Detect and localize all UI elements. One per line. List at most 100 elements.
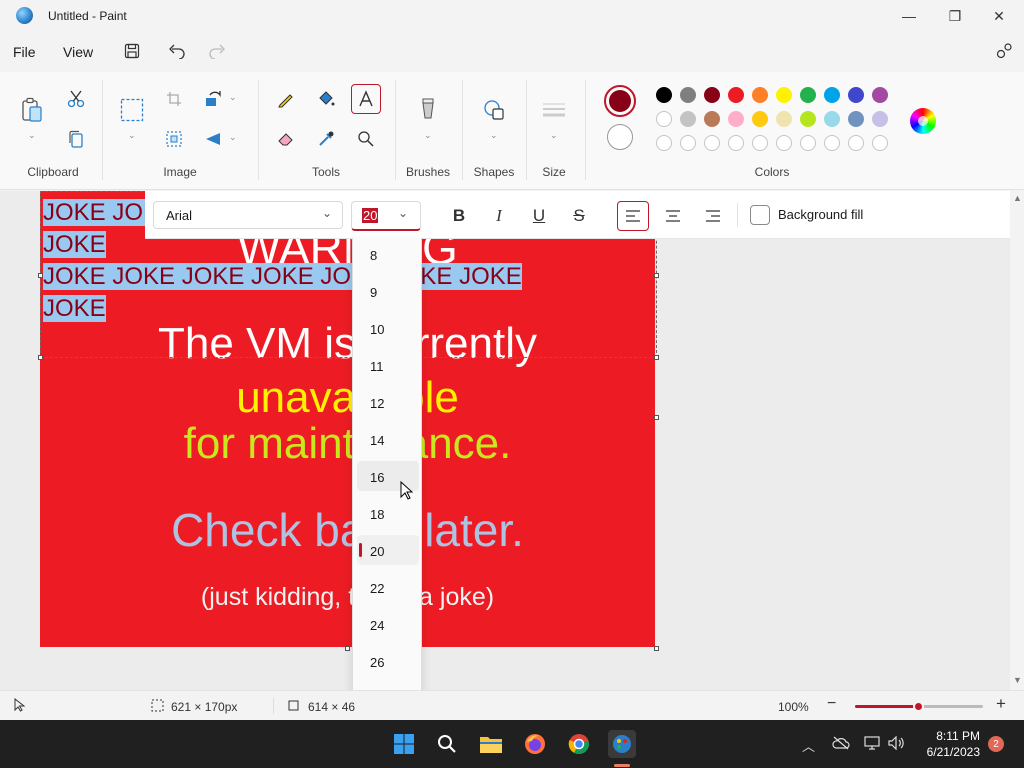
start-icon[interactable] (390, 730, 418, 758)
palette-swatch[interactable] (752, 87, 768, 103)
select-chevron-icon[interactable]: ⌄ (128, 130, 136, 141)
flip-chevron-icon[interactable]: ⌄ (229, 132, 237, 143)
zoom-in-button[interactable]: + (996, 694, 1006, 714)
size-icon[interactable] (540, 96, 568, 124)
cut-icon[interactable] (62, 85, 90, 113)
select-icon[interactable] (118, 96, 146, 124)
zoom-slider-thumb[interactable] (913, 701, 924, 712)
custom-color-slot[interactable] (872, 135, 888, 151)
palette-swatch[interactable] (848, 111, 864, 127)
network-icon[interactable] (864, 736, 880, 753)
rotate-chevron-icon[interactable]: ⌄ (229, 92, 237, 103)
custom-color-slot[interactable] (656, 135, 672, 151)
color-picker-icon[interactable] (312, 125, 340, 153)
custom-color-slot[interactable] (824, 135, 840, 151)
palette-swatch[interactable] (824, 87, 840, 103)
vertical-scrollbar[interactable]: ▲ ▼ (1010, 191, 1024, 690)
magnifier-icon[interactable] (352, 125, 380, 153)
zoom-slider[interactable] (855, 701, 983, 712)
size-chevron-icon[interactable]: ⌄ (550, 130, 558, 141)
palette-swatch[interactable] (800, 111, 816, 127)
palette-swatch[interactable] (656, 111, 672, 127)
font-size-option[interactable]: 26 (357, 646, 419, 676)
share-icon[interactable] (994, 41, 1014, 61)
maximize-button[interactable]: ❐ (932, 0, 978, 32)
canvas-resize-handle[interactable] (654, 646, 659, 651)
palette-swatch[interactable] (728, 111, 744, 127)
palette-swatch[interactable] (728, 87, 744, 103)
view-menu[interactable]: View (63, 44, 93, 60)
font-size-option[interactable]: 24 (357, 609, 419, 639)
brushes-icon[interactable] (414, 96, 442, 124)
font-size-option[interactable]: 20 (357, 535, 419, 565)
palette-swatch[interactable] (680, 111, 696, 127)
background-fill-checkbox[interactable] (750, 205, 770, 225)
custom-color-slot[interactable] (680, 135, 696, 151)
custom-color-slot[interactable] (728, 135, 744, 151)
palette-swatch[interactable] (872, 111, 888, 127)
rotate-icon[interactable] (199, 85, 227, 113)
palette-swatch[interactable] (800, 87, 816, 103)
palette-swatch[interactable] (752, 111, 768, 127)
taskbar-clock[interactable]: 8:11 PM 6/21/2023 (910, 728, 980, 760)
onedrive-icon[interactable] (832, 736, 850, 753)
volume-icon[interactable] (888, 735, 904, 753)
custom-color-slot[interactable] (704, 135, 720, 151)
canvas-area[interactable]: WARNING The VM is currently unavailable … (0, 191, 1010, 690)
custom-color-slot[interactable] (848, 135, 864, 151)
close-button[interactable]: ✕ (976, 0, 1022, 32)
palette-swatch[interactable] (776, 87, 792, 103)
minimize-button[interactable]: — (886, 0, 932, 32)
palette-swatch[interactable] (704, 111, 720, 127)
custom-color-slot[interactable] (800, 135, 816, 151)
paste-icon[interactable] (18, 96, 46, 124)
paste-chevron-icon[interactable]: ⌄ (28, 130, 36, 141)
fill-icon[interactable] (312, 85, 340, 113)
color1-selector[interactable] (604, 85, 636, 117)
palette-swatch[interactable] (656, 87, 672, 103)
brushes-chevron-icon[interactable]: ⌄ (424, 130, 432, 141)
font-size-select[interactable]: 20 ⌄ (351, 201, 421, 231)
pencil-icon[interactable] (272, 85, 300, 113)
file-explorer-icon[interactable] (477, 730, 505, 758)
palette-swatch[interactable] (680, 87, 696, 103)
selection-handle[interactable] (654, 273, 659, 278)
font-size-option[interactable]: 22 (357, 572, 419, 602)
edit-colors-icon[interactable] (910, 108, 936, 134)
save-icon[interactable] (122, 41, 142, 61)
copy-icon[interactable] (62, 125, 90, 153)
palette-swatch[interactable] (704, 87, 720, 103)
align-center-button[interactable] (657, 201, 689, 231)
font-size-option[interactable]: 11 (357, 350, 419, 380)
strikethrough-button[interactable]: S (563, 201, 595, 231)
canvas-resize-handle[interactable] (654, 415, 659, 420)
color2-selector[interactable] (607, 124, 633, 150)
palette-swatch[interactable] (824, 111, 840, 127)
font-family-select[interactable]: Arial ⌄ (153, 201, 343, 229)
palette-swatch[interactable] (872, 87, 888, 103)
font-size-option[interactable]: 14 (357, 424, 419, 454)
selection-handle[interactable] (38, 355, 43, 360)
zoom-out-button[interactable]: − (827, 695, 836, 713)
selection-handle[interactable] (654, 355, 659, 360)
chevron-up-icon[interactable]: ︿ (802, 736, 815, 755)
paint-taskbar-icon[interactable] (608, 730, 636, 758)
file-menu[interactable]: File (13, 44, 36, 60)
font-size-option[interactable]: 8 (357, 239, 419, 269)
palette-swatch[interactable] (776, 111, 792, 127)
custom-color-slot[interactable] (776, 135, 792, 151)
chrome-icon[interactable] (565, 730, 593, 758)
selection-handle[interactable] (38, 273, 43, 278)
shapes-chevron-icon[interactable]: ⌄ (490, 130, 498, 141)
scroll-up-icon[interactable]: ▲ (1013, 193, 1022, 203)
font-size-option[interactable]: 12 (357, 387, 419, 417)
align-right-button[interactable] (697, 201, 729, 231)
align-left-button[interactable] (617, 201, 649, 231)
palette-swatch[interactable] (848, 87, 864, 103)
bold-button[interactable]: B (443, 201, 475, 231)
shapes-icon[interactable] (480, 96, 508, 124)
flip-icon[interactable] (199, 125, 227, 153)
search-icon[interactable] (433, 730, 461, 758)
font-size-option[interactable]: 10 (357, 313, 419, 343)
firefox-icon[interactable] (521, 730, 549, 758)
